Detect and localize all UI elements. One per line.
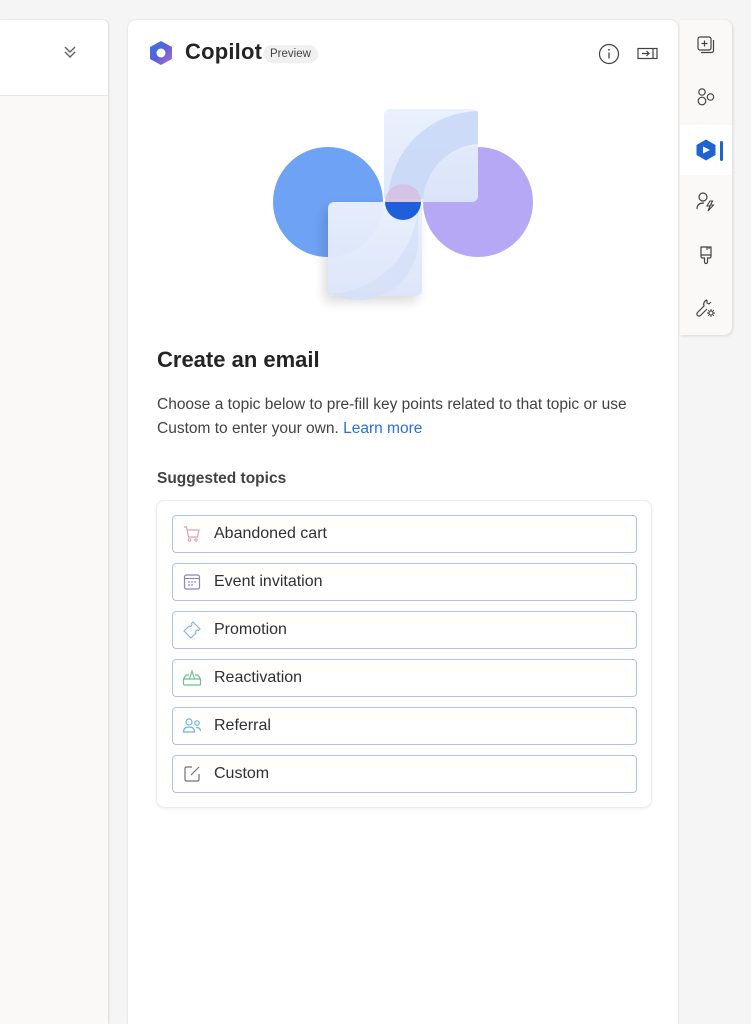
person-lightning-icon [696, 192, 715, 212]
right-toolbar [680, 20, 732, 335]
rail-elements[interactable] [680, 72, 732, 122]
collapse-button[interactable] [60, 42, 80, 62]
description: Choose a topic below to pre-fill key poi… [157, 393, 657, 441]
copilot-panel: Copilot Preview Create an email Choose a… [128, 20, 678, 1024]
copilot-header: Copilot Preview [128, 20, 678, 86]
topic-referral[interactable]: Referral [172, 707, 637, 745]
topic-event-invitation[interactable]: Event invitation [172, 563, 637, 601]
people-icon [182, 718, 202, 733]
topic-label: Event invitation [214, 573, 323, 590]
rail-add-content[interactable] [680, 20, 732, 70]
hero-illustration [273, 109, 533, 301]
preview-badge: Preview [263, 45, 318, 63]
edit-icon [184, 766, 200, 782]
info-button[interactable] [597, 42, 621, 66]
rail-settings[interactable] [680, 283, 732, 333]
cart-icon [184, 526, 200, 542]
inbox-arrow-icon [182, 668, 202, 686]
topic-promotion[interactable]: Promotion [172, 611, 637, 649]
topic-label: Promotion [214, 621, 287, 638]
shapes-icon [697, 88, 715, 106]
app-title: Copilot [185, 39, 263, 64]
chevron-double-down-icon [64, 46, 76, 58]
learn-more-link[interactable]: Learn more [343, 420, 422, 437]
copilot-logo-icon [150, 41, 172, 65]
dock-panel-button[interactable] [636, 42, 660, 66]
ticket-icon [183, 621, 201, 639]
suggested-topics-label: Suggested topics [157, 470, 287, 487]
info-icon [598, 43, 620, 65]
topic-abandoned-cart[interactable]: Abandoned cart [172, 515, 637, 553]
copilot-icon [696, 139, 716, 161]
topic-label: Custom [214, 765, 270, 782]
topic-label: Abandoned cart [214, 525, 327, 542]
calendar-icon [183, 574, 201, 590]
rail-personalization[interactable] [680, 177, 732, 227]
add-square-icon [697, 36, 715, 54]
dock-panel-icon [637, 47, 658, 60]
rail-copilot[interactable] [680, 125, 732, 175]
wrench-settings-icon [696, 299, 715, 317]
page-heading: Create an email [157, 347, 320, 372]
topics-list: Abandoned cart Event invitation Promotio… [156, 500, 652, 808]
paintbrush-icon [700, 246, 712, 265]
topic-label: Referral [214, 717, 271, 734]
topic-custom[interactable]: Custom [172, 755, 637, 793]
rail-styles[interactable] [680, 230, 732, 280]
topic-label: Reactivation [214, 669, 303, 686]
active-indicator [720, 141, 723, 161]
left-panel [0, 20, 108, 1024]
left-panel-header [0, 20, 108, 96]
topic-reactivation[interactable]: Reactivation [172, 659, 637, 697]
